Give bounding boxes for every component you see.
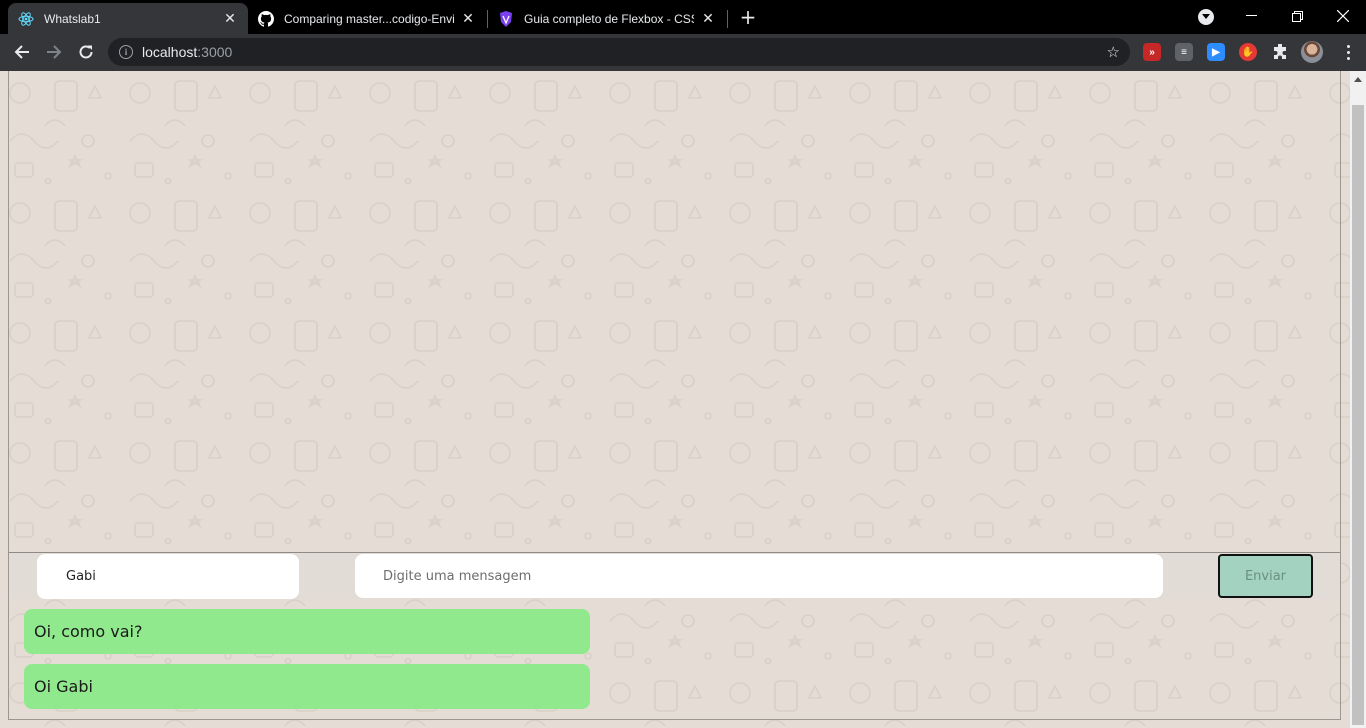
- message-bubble: Oi Gabi: [24, 664, 590, 709]
- profile-avatar[interactable]: [1301, 41, 1323, 63]
- zoom-icon[interactable]: ▶: [1207, 43, 1225, 61]
- tab-title: Guia completo de Flexbox - CSS: [524, 11, 694, 26]
- tab-title: Whatslab1: [44, 11, 101, 26]
- puzzle-icon[interactable]: [1271, 43, 1289, 61]
- message-list: Oi, como vai? Oi Gabi: [24, 609, 590, 719]
- page-viewport: Gabi Digite uma mensagem Enviar Oi, como…: [0, 71, 1366, 728]
- back-icon[interactable]: [8, 38, 36, 66]
- browser-menu-icon[interactable]: [1338, 42, 1358, 62]
- address-bar[interactable]: i localhost:3000 ☆: [108, 38, 1130, 66]
- tab-flexbox-guide[interactable]: Guia completo de Flexbox - CSS ✕: [488, 3, 726, 34]
- red-extension-icon[interactable]: »: [1143, 43, 1161, 61]
- message-bubble: Oi, como vai?: [24, 609, 590, 654]
- bookmark-star-icon[interactable]: ☆: [1107, 43, 1120, 61]
- origamid-icon: [498, 10, 514, 27]
- tab-search-icon[interactable]: [1198, 9, 1214, 25]
- message-input-bar: Gabi Digite uma mensagem Enviar: [9, 553, 1340, 599]
- message-input[interactable]: Digite uma mensagem: [355, 554, 1163, 598]
- close-window-icon[interactable]: [1320, 0, 1366, 32]
- user-name-input[interactable]: Gabi: [37, 554, 299, 599]
- url-port: :3000: [197, 44, 233, 60]
- reader-icon[interactable]: ≡: [1175, 43, 1193, 61]
- tab-title: Comparing master...codigo-Envia: [284, 11, 454, 26]
- restore-icon[interactable]: [1274, 0, 1320, 32]
- adblock-icon[interactable]: ✋: [1239, 43, 1257, 61]
- scrollbar-thumb[interactable]: [1352, 105, 1364, 725]
- tab-separator: [727, 10, 728, 28]
- browser-toolbar: i localhost:3000 ☆ » ≡ ▶ ✋: [0, 34, 1366, 71]
- vertical-scrollbar[interactable]: [1350, 71, 1366, 728]
- tab-strip: Whatslab1 ✕ Comparing master...codigo-En…: [0, 0, 1366, 34]
- minimize-icon[interactable]: [1228, 0, 1274, 32]
- tab-whatslab[interactable]: Whatslab1 ✕: [8, 3, 248, 34]
- github-icon: [258, 10, 274, 27]
- forward-icon[interactable]: [40, 38, 68, 66]
- reload-icon[interactable]: [72, 38, 100, 66]
- react-icon: [18, 11, 34, 27]
- site-info-icon[interactable]: i: [119, 45, 133, 59]
- scroll-up-icon[interactable]: [1350, 71, 1366, 87]
- close-tab-icon[interactable]: ✕: [700, 10, 716, 27]
- close-tab-icon[interactable]: ✕: [222, 10, 238, 27]
- send-button[interactable]: Enviar: [1218, 554, 1313, 598]
- new-tab-button[interactable]: +: [737, 5, 759, 29]
- url-host: localhost: [142, 44, 198, 60]
- tab-github-compare[interactable]: Comparing master...codigo-Envia ✕: [248, 3, 486, 34]
- close-tab-icon[interactable]: ✕: [460, 10, 476, 27]
